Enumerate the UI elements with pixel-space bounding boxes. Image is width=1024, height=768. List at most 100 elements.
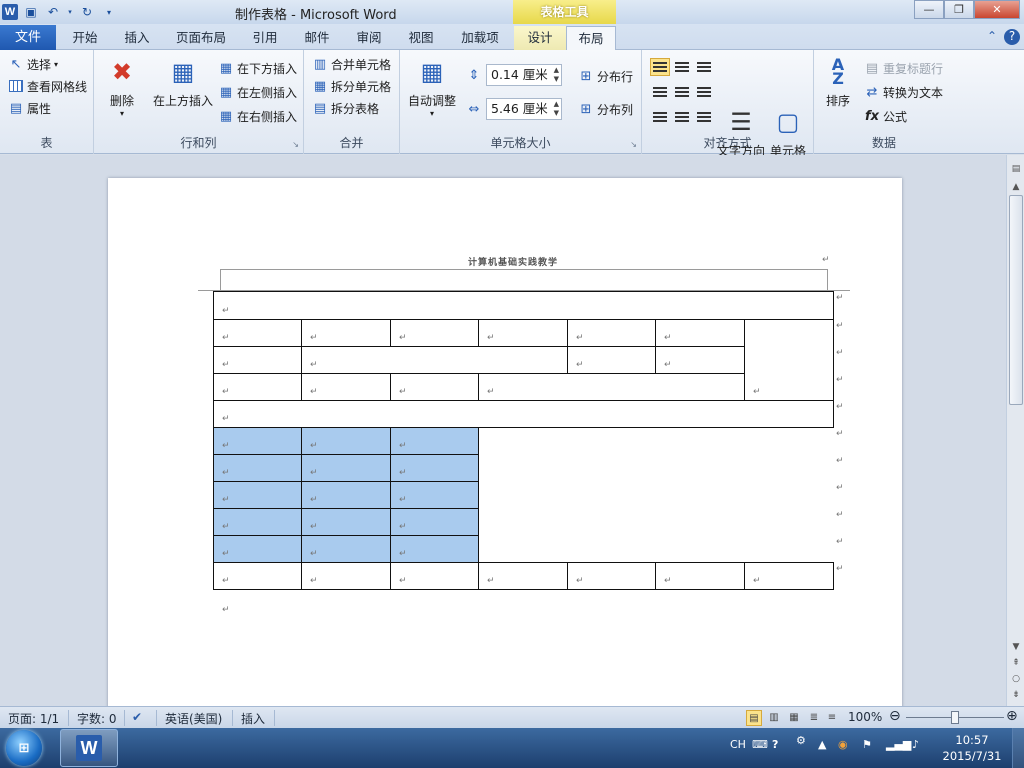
formula-button[interactable]: fx 公式 [864, 106, 907, 126]
table-cell[interactable]: ↵ [655, 562, 745, 590]
tab-view[interactable]: 视图 [398, 26, 444, 50]
delete-button[interactable]: ✖ 删除 ▾ [102, 56, 142, 118]
tab-page-layout[interactable]: 页面布局 [168, 26, 234, 50]
document-page[interactable]: 计算机基础实践教学 ↵ ↵ ↵ ↵ ↵ ↵ ↵ ↵ ↵ ↵ ↵ ↵ ↵ ↵ ↵ ↵ ↵ ↵ ↵ ↵ ↵ ↵ ↵ ↵ ↵ ↵ ↵ ↵ ↵… [108, 178, 902, 706]
convert-to-text-button[interactable]: ⇄ 转换为文本 [864, 82, 943, 102]
full-screen-reading-icon[interactable]: ▥ [766, 710, 782, 726]
table-cell[interactable]: ↵ [301, 346, 568, 374]
tab-references[interactable]: 引用 [242, 26, 288, 50]
table-cell[interactable]: ↵ [478, 562, 568, 590]
table-cell[interactable]: ↵ [213, 508, 302, 536]
table-cell[interactable]: ↵ [301, 373, 391, 401]
tab-mailings[interactable]: 邮件 [294, 26, 340, 50]
spin-arrows-icon[interactable]: ▲ ▼ [554, 100, 559, 118]
volume-icon[interactable]: ♪ [912, 738, 919, 751]
align-bottom-left-icon[interactable] [650, 108, 670, 126]
split-table-button[interactable]: ▤ 拆分表格 [312, 98, 379, 118]
table-cell[interactable]: ↵ [390, 562, 479, 590]
show-hidden-icons-icon[interactable]: ▲ [818, 738, 826, 751]
table-cell[interactable]: ↵ [478, 319, 568, 347]
vertical-scrollbar[interactable]: ▤ ▲ ▼ ⇞ ○ ⇟ [1006, 155, 1024, 706]
zoom-in-icon[interactable]: ⊕ [1006, 708, 1018, 724]
scroll-up-icon[interactable]: ▲ [1008, 179, 1024, 195]
proofing-icon[interactable]: ✔ [132, 710, 142, 724]
align-bottom-center-icon[interactable] [672, 108, 692, 126]
table-cell[interactable]: ↵ [743, 562, 835, 590]
table-cell[interactable]: ↵ [567, 562, 656, 590]
print-layout-view-icon[interactable]: ▤ [746, 710, 762, 726]
column-width-input[interactable]: 5.46 厘米 ▲ ▼ [486, 98, 562, 120]
table-cell[interactable]: ↵ [390, 508, 479, 536]
scroll-down-icon[interactable]: ▼ [1008, 639, 1024, 655]
align-bottom-right-icon[interactable] [694, 108, 714, 126]
table-cell[interactable]: ↵ [212, 400, 835, 428]
page-count[interactable]: 页面: 1/1 [8, 710, 59, 727]
text-direction-button[interactable]: ☰ 文字方向 [716, 106, 766, 159]
system-clock[interactable]: 10:57 2015/7/31 [940, 732, 1004, 764]
security-tray-icon[interactable]: ◉ [838, 738, 848, 751]
spin-arrows-icon[interactable]: ▲ ▼ [554, 66, 559, 84]
zoom-level[interactable]: 100% [848, 710, 882, 724]
table-cell[interactable]: ↵ [301, 562, 391, 590]
view-gridlines-button[interactable]: 查看网格线 [8, 76, 87, 96]
document-table[interactable]: ↵ ↵ ↵ ↵ ↵ ↵ ↵ ↵ ↵ ↵ ↵ ↵ ↵ ↵ ↵ ↵ ↵ ↵ ↵ ↵ ↵ ↵ ↵ ↵ ↵ ↵ ↵ ↵ ↵ ↵ ↵ ↵ ↵ ↵ ↵ ↵ ↵ ↵ ↵ [212, 291, 835, 590]
ime-indicator[interactable]: CH [730, 738, 746, 751]
insert-mode-indicator[interactable]: 插入 [241, 710, 265, 727]
tab-review[interactable]: 审阅 [346, 26, 392, 50]
table-cell[interactable]: ↵ [655, 346, 745, 374]
ime-options-icon[interactable]: ⚙ [796, 734, 806, 747]
distribute-rows-button[interactable]: ⊞ 分布行 [578, 66, 633, 86]
show-desktop-button[interactable] [1012, 728, 1024, 768]
table-cell[interactable]: ↵ [213, 373, 302, 401]
properties-button[interactable]: ▤ 属性 [8, 98, 51, 118]
table-cell[interactable]: ↵ [390, 454, 479, 482]
align-top-center-icon[interactable] [672, 58, 692, 76]
redo-icon[interactable]: ↻ [78, 3, 96, 21]
browse-object-icon[interactable]: ○ [1008, 671, 1024, 687]
repeat-header-rows-button[interactable]: ▤ 重复标题行 [864, 58, 943, 78]
language-indicator[interactable]: 英语(美国) [165, 710, 222, 727]
restore-button[interactable]: ❐ [944, 0, 974, 19]
tab-file[interactable]: 文件 [0, 25, 56, 50]
word-count[interactable]: 字数: 0 [77, 710, 117, 727]
save-icon[interactable]: ▣ [22, 3, 40, 21]
align-top-right-icon[interactable] [694, 58, 714, 76]
align-middle-left-icon[interactable] [650, 83, 670, 101]
zoom-out-icon[interactable]: ⊖ [889, 708, 901, 724]
insert-below-button[interactable]: ▦ 在下方插入 [218, 58, 297, 78]
tab-layout[interactable]: 布局 [566, 26, 616, 51]
zoom-slider-thumb[interactable] [951, 711, 959, 724]
action-center-flag-icon[interactable]: ⚑ [862, 738, 872, 751]
help-tray-icon[interactable]: ? [772, 738, 778, 751]
minimize-button[interactable]: — [914, 0, 944, 19]
help-icon[interactable]: ? [1004, 29, 1020, 45]
close-button[interactable]: ✕ [974, 0, 1020, 19]
table-cell[interactable]: ↵ [655, 319, 745, 347]
taskbar-word-button[interactable]: W [60, 729, 118, 767]
align-top-left-icon[interactable] [650, 58, 670, 76]
word-logo-icon[interactable]: W [2, 4, 18, 20]
table-cell[interactable]: ↵ [301, 319, 391, 347]
minimize-ribbon-icon[interactable]: ⌃ [984, 29, 1000, 45]
align-middle-right-icon[interactable] [694, 83, 714, 101]
insert-right-button[interactable]: ▦ 在右侧插入 [218, 106, 297, 126]
dialog-launcher-icon[interactable]: ↘ [292, 140, 299, 149]
table-cell[interactable]: ↵ [390, 373, 479, 401]
undo-icon[interactable]: ↶ [44, 3, 62, 21]
sort-button[interactable]: AZ 排序 [820, 56, 856, 109]
keyboard-icon[interactable]: ⌨ [752, 738, 768, 751]
table-cell[interactable]: ↵ [213, 481, 302, 509]
insert-left-button[interactable]: ▦ 在左侧插入 [218, 82, 297, 102]
start-button[interactable]: ⊞ [6, 730, 42, 766]
table-cell[interactable]: ↵ [390, 319, 479, 347]
table-cell[interactable]: ↵ [567, 319, 656, 347]
table-cell[interactable]: ↵ [567, 346, 656, 374]
customize-qat-icon[interactable]: ▾ [100, 3, 118, 21]
web-layout-icon[interactable]: ▦ [786, 710, 802, 726]
tab-addins[interactable]: 加载项 [452, 26, 508, 50]
table-cell[interactable]: ↵ [301, 535, 391, 563]
table-cell[interactable]: ↵ [213, 454, 302, 482]
autofit-button[interactable]: ▦ 自动调整 ▾ [406, 56, 458, 118]
table-cell[interactable]: ↵ [390, 427, 479, 455]
align-middle-center-icon[interactable] [672, 83, 692, 101]
